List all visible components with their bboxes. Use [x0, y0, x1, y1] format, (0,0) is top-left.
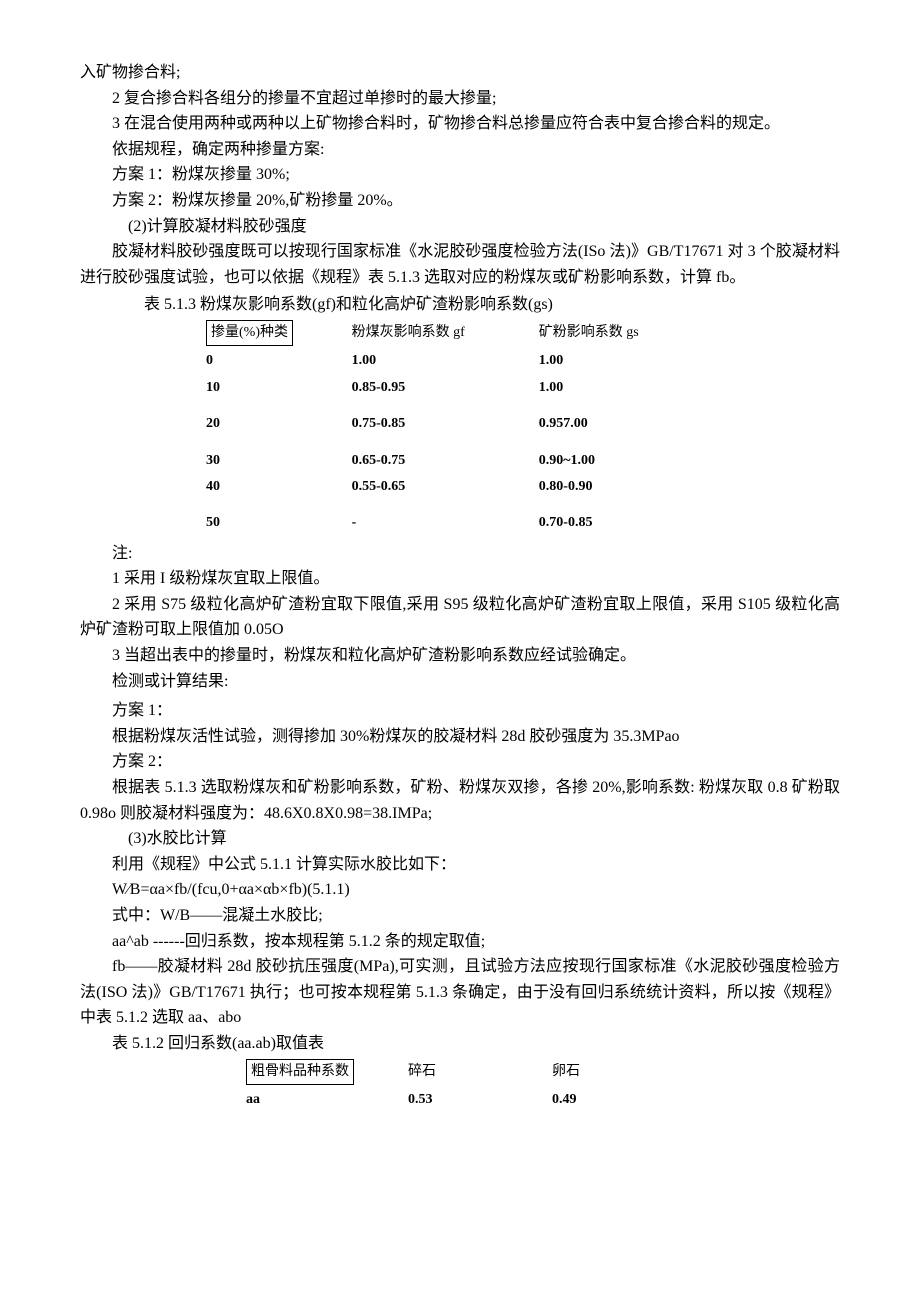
body-text: 依据规程，确定两种掺量方案: — [80, 137, 840, 163]
table-row: 30 0.65-0.75 0.90~1.00 — [200, 438, 720, 474]
table-cell: 1.00 — [533, 375, 720, 401]
body-text: 3 当超出表中的掺量时，粉煤灰和粒化高炉矿渣粉影响系数应经试验确定。 — [80, 643, 840, 669]
table-header: 掺量(%)种类 — [200, 318, 346, 348]
table-header-row: 掺量(%)种类 粉煤灰影响系数 gf 矿粉影响系数 gs — [200, 318, 720, 348]
table-cell: 50 — [200, 500, 346, 536]
table-cell: 0.75-0.85 — [346, 401, 533, 437]
body-text: 2 采用 S75 级粒化高炉矿渣粉宜取下限值,采用 S95 级粒化高炉矿渣粉宜取… — [80, 592, 840, 643]
table-cell: 30 — [200, 438, 346, 474]
body-text: 方案 1：粉煤灰掺量 30%; — [80, 162, 840, 188]
table-caption: 表 5.1.2 回归系数(aa.ab)取值表 — [80, 1031, 840, 1057]
table-row: 50 - 0.70-0.85 — [200, 500, 720, 536]
body-text: W∕B=αa×fb/(fcu,0+αa×αb×fb)(5.1.1) — [80, 877, 840, 903]
table-caption: 表 5.1.3 粉煤灰影响系数(gf)和粒化高炉矿渣粉影响系数(gs) — [80, 292, 840, 318]
coefficient-table: 掺量(%)种类 粉煤灰影响系数 gf 矿粉影响系数 gs 0 1.00 1.00… — [200, 318, 720, 537]
table-cell: 1.00 — [346, 348, 533, 374]
body-text: 1 采用 I 级粉煤灰宜取上限值。 — [80, 566, 840, 592]
table-cell: 0.65-0.75 — [346, 438, 533, 474]
body-text: 利用《规程》中公式 5.1.1 计算实际水胶比如下： — [80, 852, 840, 878]
table-cell: 0.85-0.95 — [346, 375, 533, 401]
table-header: 碎石 — [402, 1057, 546, 1087]
table-row: 10 0.85-0.95 1.00 — [200, 375, 720, 401]
body-text: 胶凝材料胶砂强度既可以按现行国家标准《水泥胶砂强度检验方法(ISo 法)》GB/… — [80, 239, 840, 290]
regression-table: 粗骨料品种系数 碎石 卵石 aa 0.53 0.49 — [240, 1057, 690, 1114]
body-text: 方案 1： — [80, 698, 840, 724]
table-row: 0 1.00 1.00 — [200, 348, 720, 374]
table-cell: 0.55-0.65 — [346, 474, 533, 500]
table-cell: 0.90~1.00 — [533, 438, 720, 474]
table-row: 20 0.75-0.85 0.957.00 — [200, 401, 720, 437]
table-cell: 20 — [200, 401, 346, 437]
table-header: 粉煤灰影响系数 gf — [346, 318, 533, 348]
table-cell: 0.70-0.85 — [533, 500, 720, 536]
table-cell: - — [346, 500, 533, 536]
body-text: 2 复合掺合料各组分的掺量不宜超过单掺时的最大掺量; — [80, 86, 840, 112]
body-text: aa^ab ------回归系数，按本规程第 5.1.2 条的规定取值; — [80, 929, 840, 955]
body-text: 方案 2：粉煤灰掺量 20%,矿粉掺量 20%。 — [80, 188, 840, 214]
body-text: 检测或计算结果: — [80, 669, 840, 695]
table-header: 矿粉影响系数 gs — [533, 318, 720, 348]
table-header: 粗骨料品种系数 — [240, 1057, 402, 1087]
table-row: 40 0.55-0.65 0.80-0.90 — [200, 474, 720, 500]
table-cell: 40 — [200, 474, 346, 500]
table-cell: aa — [240, 1087, 402, 1113]
body-text: 式中：W/B——混凝土水胶比; — [80, 903, 840, 929]
body-text: 注: — [80, 541, 840, 567]
table-header: 卵石 — [546, 1057, 690, 1087]
body-text: 3 在混合使用两种或两种以上矿物掺合料时，矿物掺合料总掺量应符合表中复合掺合料的… — [80, 111, 840, 137]
table-cell: 0.49 — [546, 1087, 690, 1113]
body-text: (3)水胶比计算 — [80, 826, 840, 852]
table-cell: 0.53 — [402, 1087, 546, 1113]
body-text: 根据表 5.1.3 选取粉煤灰和矿粉影响系数，矿粉、粉煤灰双掺，各掺 20%,影… — [80, 775, 840, 826]
table-cell: 0 — [200, 348, 346, 374]
table-cell: 1.00 — [533, 348, 720, 374]
body-text: (2)计算胶凝材料胶砂强度 — [80, 214, 840, 240]
body-text: 根据粉煤灰活性试验，测得掺加 30%粉煤灰的胶凝材料 28d 胶砂强度为 35.… — [80, 724, 840, 750]
table-header-row: 粗骨料品种系数 碎石 卵石 — [240, 1057, 690, 1087]
body-text: 方案 2： — [80, 749, 840, 775]
table-row: aa 0.53 0.49 — [240, 1087, 690, 1113]
body-text: fb——胶凝材料 28d 胶砂抗压强度(MPa),可实测，且试验方法应按现行国家… — [80, 954, 840, 1031]
table-cell: 0.957.00 — [533, 401, 720, 437]
table-cell: 0.80-0.90 — [533, 474, 720, 500]
body-text: 入矿物掺合料; — [80, 60, 840, 86]
table-cell: 10 — [200, 375, 346, 401]
